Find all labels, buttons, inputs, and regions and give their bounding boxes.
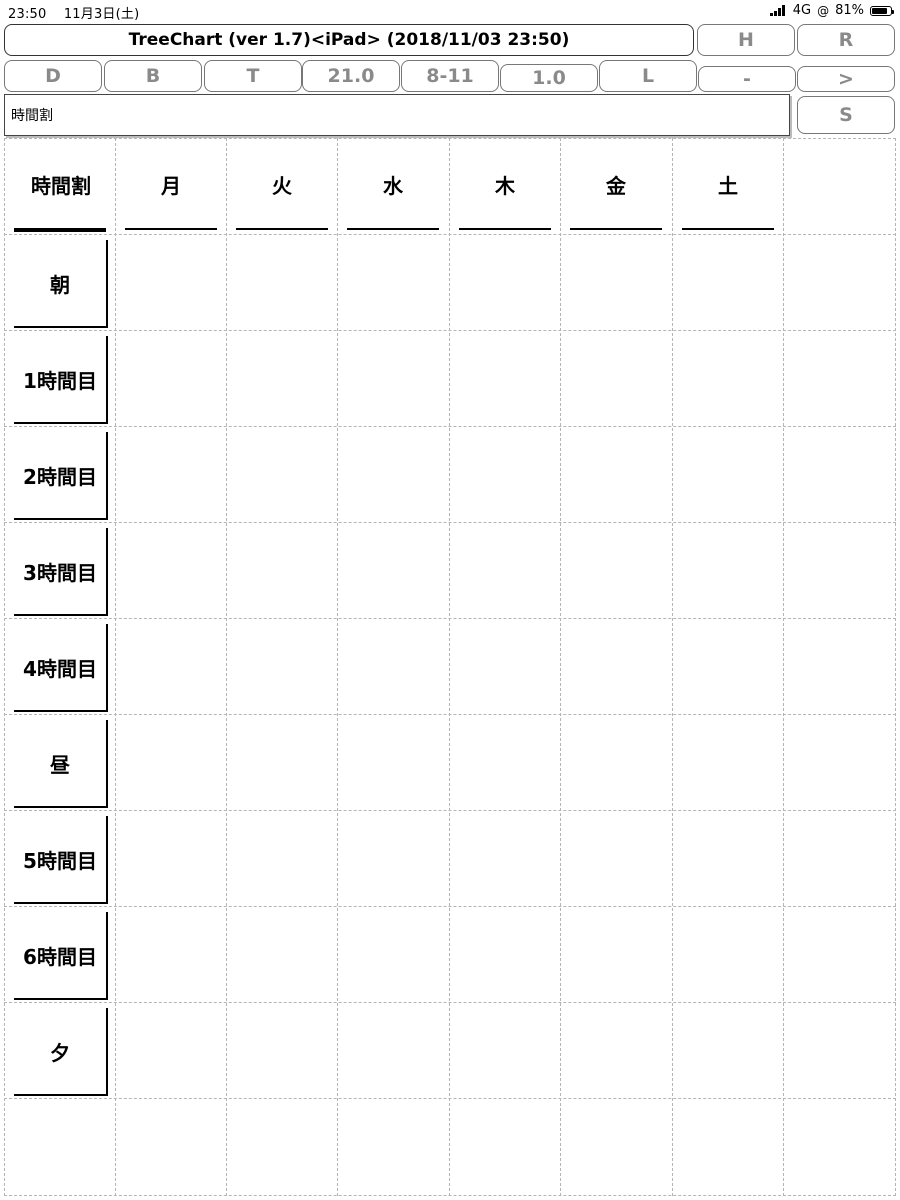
status-bar: 23:50 11月3日(土) 4G @ 81% [0, 0, 900, 22]
day-thursday[interactable]: 木 [459, 170, 551, 199]
r-button[interactable]: R [797, 24, 895, 56]
status-time: 23:50 [8, 7, 47, 22]
header-double-rule [14, 228, 106, 232]
day-rule [236, 228, 328, 230]
status-right: 4G @ 81% [769, 3, 894, 18]
period-evening[interactable]: 夕 [14, 1008, 108, 1096]
day-wednesday[interactable]: 水 [347, 170, 439, 199]
day-tuesday[interactable]: 火 [236, 170, 328, 199]
font-size-button[interactable]: 21.0 [302, 60, 400, 92]
scale-button[interactable]: 1.0 [500, 64, 598, 92]
title-button[interactable]: TreeChart (ver 1.7)<iPad> (2018/11/03 23… [4, 24, 694, 56]
timetable-header-label[interactable]: 時間割 [14, 170, 108, 199]
network-label: 4G [792, 3, 812, 18]
signal-icon [769, 5, 785, 16]
period-3[interactable]: 3時間目 [14, 528, 108, 616]
day-saturday[interactable]: 土 [682, 170, 774, 199]
day-rule [125, 228, 217, 230]
period-5[interactable]: 5時間目 [14, 816, 108, 904]
path-field[interactable]: 時間割 [4, 94, 790, 136]
next-button[interactable]: > [797, 66, 895, 92]
status-date: 11月3日(土) [63, 7, 140, 22]
period-lunch[interactable]: 昼 [14, 720, 108, 808]
period-4[interactable]: 4時間目 [14, 624, 108, 712]
battery-icon [870, 5, 894, 16]
day-friday[interactable]: 金 [570, 170, 662, 199]
day-rule [682, 228, 774, 230]
t-button[interactable]: T [204, 60, 302, 92]
b-button[interactable]: B [104, 60, 202, 92]
minus-button[interactable]: - [698, 66, 796, 92]
day-monday[interactable]: 月 [125, 170, 217, 199]
day-rule [347, 228, 439, 230]
timetable-grid: 時間割 月 火 水 木 金 土 朝 1時間目 2時間目 3時間目 4時間目 昼 … [4, 138, 896, 1196]
period-2[interactable]: 2時間目 [14, 432, 108, 520]
day-rule [459, 228, 551, 230]
period-6[interactable]: 6時間目 [14, 912, 108, 1000]
location-icon: @ [817, 3, 830, 18]
period-1[interactable]: 1時間目 [14, 336, 108, 424]
range-button[interactable]: 8-11 [401, 60, 499, 92]
period-morning[interactable]: 朝 [14, 240, 108, 328]
l-button[interactable]: L [599, 60, 697, 92]
day-rule [570, 228, 662, 230]
d-button[interactable]: D [4, 60, 102, 92]
battery-percent: 81% [835, 3, 864, 18]
status-left: 23:50 11月3日(土) [8, 3, 139, 22]
s-button[interactable]: S [797, 96, 895, 134]
h-button[interactable]: H [697, 24, 795, 56]
